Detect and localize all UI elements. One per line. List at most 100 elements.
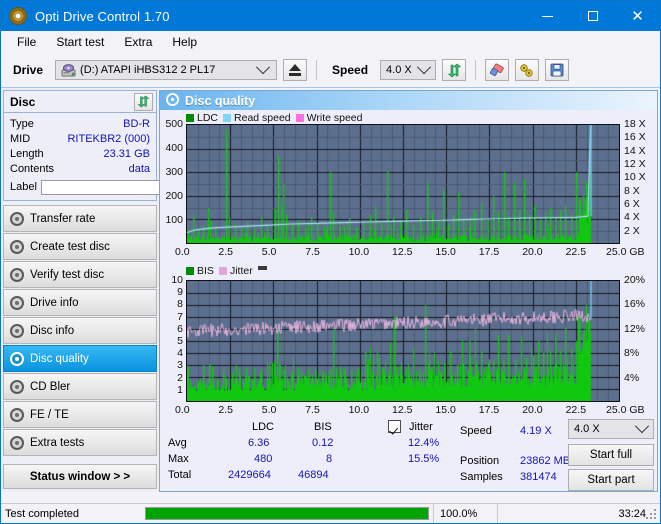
disc-box-header: Disc: [4, 91, 156, 113]
stats-bis-max: 8: [326, 453, 333, 465]
legend-swatch-ldc: [186, 114, 194, 122]
axis-tick-label: 12.5: [392, 246, 413, 258]
maximize-button[interactable]: [570, 1, 615, 31]
legend-ldc: LDC: [186, 112, 218, 124]
stats-samples-label: Samples: [460, 471, 503, 483]
stats-row-max-label: Max: [168, 453, 189, 465]
legend-read-speed: Read speed: [223, 112, 291, 124]
sidebar-item-disc-info[interactable]: Disc info: [3, 317, 157, 344]
tools-button[interactable]: [515, 59, 540, 81]
disc-row-mid: MID RITEKBR2 (000): [10, 131, 150, 146]
stats-samples-value: 381474: [520, 471, 557, 483]
sidebar-item-transfer-rate[interactable]: Transfer rate: [3, 205, 157, 232]
disc-icon: [4, 435, 30, 450]
chevron-down-icon: [255, 60, 271, 75]
sidebar-item-create-test-disc[interactable]: Create test disc: [3, 233, 157, 260]
app-disc-icon: [9, 7, 27, 25]
jitter-checkbox[interactable]: [388, 420, 401, 433]
refresh-button[interactable]: [442, 59, 467, 81]
legend-bis: BIS: [186, 265, 214, 277]
disc-contents-label: Contents: [10, 162, 55, 175]
disc-label-row: Label: [10, 178, 243, 196]
disc-refresh-button[interactable]: [134, 92, 153, 111]
stats-jitter-max: 15.5%: [408, 453, 440, 465]
legend-swatch-write-speed: [295, 114, 304, 122]
sidebar-item-drive-info[interactable]: Drive info: [3, 289, 157, 316]
axis-tick-label: 5.0: [261, 246, 277, 258]
save-button[interactable]: [545, 59, 570, 81]
bis-chart-legend: BIS Jitter: [186, 265, 267, 277]
start-full-button[interactable]: Start full: [568, 444, 654, 466]
menu-file[interactable]: File: [9, 33, 44, 51]
axis-tick-label: 2.5: [218, 246, 233, 258]
legend-swatch-read-speed: [223, 114, 232, 122]
toolbar-divider: [316, 60, 318, 80]
sidebar-item-fe-te[interactable]: FE / TE: [3, 401, 157, 428]
chevron-down-icon: [416, 60, 432, 75]
legend-label-ldc: LDC: [197, 112, 219, 124]
resize-grip-icon[interactable]: [646, 509, 658, 521]
axis-tick-label: 0.0: [175, 246, 190, 258]
axis-tick-label: 14 X: [624, 144, 646, 157]
progress-percent: 100.0%: [433, 504, 497, 523]
menu-extra[interactable]: Extra: [116, 33, 160, 51]
sidebar-item-verify-test-disc[interactable]: Verify test disc: [3, 261, 157, 288]
menu-help[interactable]: Help: [164, 33, 205, 51]
sidebar-nav: Transfer rate Create test disc Verify te…: [3, 205, 157, 456]
erase-icon: [490, 63, 504, 76]
axis-tick-label: 400: [165, 142, 183, 154]
disc-icon: [4, 351, 30, 366]
stats-position-label: Position: [460, 455, 500, 467]
legend-jitter: Jitter: [218, 265, 253, 277]
drive-value: (D:) ATAPI iHBS312 2 PL17: [80, 64, 216, 76]
test-speed-select[interactable]: 4.0 X: [568, 419, 654, 439]
sidebar-item-disc-quality[interactable]: Disc quality: [3, 345, 157, 372]
status-window-button[interactable]: Status window > >: [3, 464, 157, 489]
test-speed-value: 4.0 X: [574, 423, 600, 435]
legend-swatch-bis: [186, 267, 194, 275]
minimize-button[interactable]: [525, 1, 570, 31]
sidebar-item-extra-tests[interactable]: Extra tests: [3, 429, 157, 456]
drive-select[interactable]: (D:) ATAPI iHBS312 2 PL17: [55, 60, 278, 80]
close-button[interactable]: ✕: [615, 1, 660, 31]
start-part-button[interactable]: Start part: [568, 469, 654, 491]
stats-row-avg-label: Avg: [168, 437, 187, 449]
stats-area: Avg Max Total LDC 6.36 480 2429664 BIS 0…: [160, 411, 657, 491]
axis-tick-label: 4 X: [624, 211, 640, 224]
menu-start-test[interactable]: Start test: [48, 33, 112, 51]
sidebar-label: Verify test disc: [30, 268, 105, 281]
axis-tick-label: 10.0: [348, 246, 370, 258]
axis-tick-label: 200: [165, 190, 183, 202]
erase-button[interactable]: [485, 59, 510, 81]
save-icon: [550, 63, 564, 77]
axis-tick-label: 10: [171, 274, 183, 286]
window-buttons: ✕: [525, 1, 660, 31]
axis-tick-label: 9: [177, 286, 183, 299]
axis-tick-label: 6 X: [624, 198, 640, 210]
tools-icon: [520, 63, 533, 77]
sidebar-label: Create test disc: [30, 240, 110, 253]
stats-col-ldc-header: LDC: [252, 421, 275, 433]
drive-device-icon: [61, 63, 76, 77]
sidebar-label: Disc quality: [30, 352, 89, 365]
disc-contents-value: data: [128, 162, 150, 175]
stats-speed-label: Speed: [460, 425, 492, 437]
legend-label-read-speed: Read speed: [234, 112, 291, 124]
axis-tick-label: 4%: [624, 371, 640, 384]
stats-speed-value: 4.19 X: [520, 425, 552, 437]
eject-button[interactable]: [283, 59, 308, 81]
axis-tick-label: 20.0: [522, 246, 543, 258]
disc-info-box: Disc Type BD-R MID RITEKBR2 (000) Length…: [3, 90, 243, 201]
legend-label-bis: BIS: [197, 265, 214, 277]
panel-header: Disc quality: [160, 91, 657, 110]
sidebar-label: Drive info: [30, 296, 79, 309]
legend-write-speed: Write speed: [295, 112, 363, 124]
axis-tick-label: 100: [165, 214, 183, 226]
speed-select[interactable]: 4.0 X: [380, 60, 437, 80]
toolbar: Drive (D:) ATAPI iHBS312 2 PL17 Speed 4.…: [1, 53, 660, 88]
ldc-chart-legend: LDC Read speed Write speed: [186, 112, 363, 124]
bis-chart-plot: [186, 280, 620, 402]
stats-col-bis-header: BIS: [314, 421, 332, 433]
sidebar-item-cd-bler[interactable]: CD Bler: [3, 373, 157, 400]
axis-tick-label: 18 X: [624, 118, 646, 130]
